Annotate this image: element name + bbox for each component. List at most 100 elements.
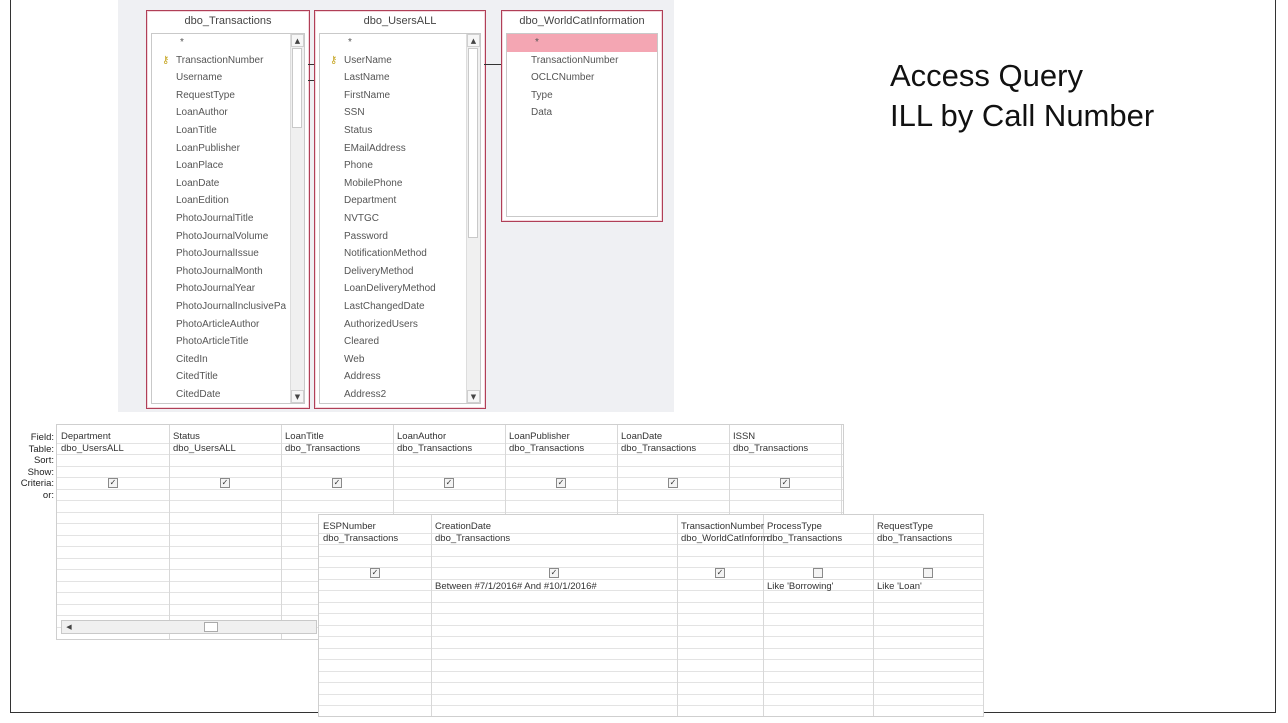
field-item[interactable]: PhotoArticleAuthor <box>152 316 304 334</box>
field-item[interactable]: CitedIn <box>152 351 304 369</box>
table-title[interactable]: dbo_WorldCatInformation <box>502 11 662 31</box>
field-item[interactable]: LoanDeliveryMethod <box>320 280 480 298</box>
scroll-left-icon[interactable]: ◀ <box>63 622 75 632</box>
show-checkbox[interactable]: ✓ <box>715 568 725 578</box>
table-cell[interactable]: dbo_Transactions <box>877 533 952 544</box>
show-checkbox[interactable]: ✓ <box>332 478 342 488</box>
show-checkbox[interactable] <box>923 568 933 578</box>
field-item[interactable]: LoanAuthor <box>152 104 304 122</box>
grid-column[interactable]: TransactionNumber dbo_WorldCatInform ✓ <box>677 515 768 716</box>
field-cell[interactable]: Status <box>173 431 200 442</box>
field-cell[interactable]: LoanPublisher <box>509 431 570 442</box>
table-dbo-usersall[interactable]: dbo_UsersALL * ⚷ UserName LastName FirstName… <box>314 10 486 409</box>
field-item[interactable]: PhotoJournalVolume <box>152 228 304 246</box>
show-checkbox[interactable]: ✓ <box>108 478 118 488</box>
grid-column[interactable]: Department dbo_UsersALL ✓ <box>57 425 170 639</box>
field-item[interactable]: CitedTitle <box>152 368 304 386</box>
field-item[interactable]: Password <box>320 228 480 246</box>
field-item[interactable]: ⚷ TransactionNumber <box>152 52 304 70</box>
field-item[interactable]: MobilePhone <box>320 175 480 193</box>
field-item[interactable]: LastName <box>320 69 480 87</box>
table-cell[interactable]: dbo_Transactions <box>509 443 584 454</box>
field-item[interactable]: FirstName <box>320 87 480 105</box>
field-item[interactable]: Username <box>152 69 304 87</box>
table-title[interactable]: dbo_Transactions <box>147 11 309 31</box>
table-cell[interactable]: dbo_Transactions <box>733 443 808 454</box>
field-item[interactable]: ⚷ UserName <box>320 52 480 70</box>
show-checkbox[interactable] <box>813 568 823 578</box>
show-checkbox[interactable]: ✓ <box>556 478 566 488</box>
field-item[interactable]: PhotoArticleTitle <box>152 333 304 351</box>
field-item[interactable]: PhotoJournalTitle <box>152 210 304 228</box>
field-item[interactable]: RequestType <box>152 87 304 105</box>
show-checkbox[interactable]: ✓ <box>549 568 559 578</box>
table-cell[interactable]: dbo_UsersALL <box>61 443 124 454</box>
field-item[interactable]: NVTGC <box>320 210 480 228</box>
scroll-thumb[interactable] <box>468 48 478 238</box>
join-line[interactable] <box>484 64 501 65</box>
scroll-up-icon[interactable]: ▲ <box>291 34 304 47</box>
field-item[interactable]: Type <box>507 87 657 105</box>
show-checkbox[interactable]: ✓ <box>668 478 678 488</box>
show-checkbox[interactable]: ✓ <box>780 478 790 488</box>
table-cell[interactable]: dbo_Transactions <box>397 443 472 454</box>
field-item[interactable]: OCLCNumber <box>507 69 657 87</box>
field-item[interactable]: PhotoJournalMonth <box>152 263 304 281</box>
scroll-up-icon[interactable]: ▲ <box>467 34 480 47</box>
field-item[interactable]: * <box>507 34 657 52</box>
field-cell[interactable]: CreationDate <box>435 521 491 532</box>
table-cell[interactable]: dbo_UsersALL <box>173 443 236 454</box>
table-cell[interactable]: dbo_WorldCatInform <box>681 533 768 544</box>
show-checkbox[interactable]: ✓ <box>220 478 230 488</box>
field-item[interactable]: Phone <box>320 157 480 175</box>
field-cell[interactable]: LoanDate <box>621 431 662 442</box>
field-item[interactable]: PhotoJournalIssue <box>152 245 304 263</box>
field-item[interactable]: LoanDate <box>152 175 304 193</box>
criteria-cell[interactable]: Like 'Loan' <box>877 581 922 592</box>
field-item[interactable]: LastChangedDate <box>320 298 480 316</box>
scroll-thumb[interactable] <box>204 622 218 632</box>
field-item[interactable]: EMailAddress <box>320 140 480 158</box>
vertical-scrollbar[interactable]: ▲ ▼ <box>290 34 304 403</box>
field-cell[interactable]: ESPNumber <box>323 521 376 532</box>
field-item[interactable]: Web <box>320 351 480 369</box>
table-cell[interactable]: dbo_Transactions <box>621 443 696 454</box>
field-item[interactable]: NotificationMethod <box>320 245 480 263</box>
field-cell[interactable]: ISSN <box>733 431 755 442</box>
join-line[interactable] <box>308 80 314 81</box>
field-item[interactable]: DeliveryMethod <box>320 263 480 281</box>
field-item[interactable]: LoanTitle <box>152 122 304 140</box>
horizontal-scrollbar[interactable]: ◀ <box>61 620 317 634</box>
grid-column[interactable]: ProcessType dbo_Transactions Like 'Borrowi… <box>763 515 874 716</box>
table-dbo-worldcatinformation[interactable]: dbo_WorldCatInformation * TransactionNumb… <box>501 10 663 222</box>
field-item[interactable]: LoanPlace <box>152 157 304 175</box>
field-item[interactable]: SSN <box>320 104 480 122</box>
field-item[interactable]: AuthorizedUsers <box>320 316 480 334</box>
join-line[interactable] <box>308 64 314 65</box>
table-dbo-transactions[interactable]: dbo_Transactions * ⚷ TransactionNumber User… <box>146 10 310 409</box>
field-item[interactable]: Cleared <box>320 333 480 351</box>
field-cell[interactable]: TransactionNumber <box>681 521 764 532</box>
field-item[interactable]: PhotoJournalYear <box>152 280 304 298</box>
scroll-down-icon[interactable]: ▼ <box>291 390 304 403</box>
table-title[interactable]: dbo_UsersALL <box>315 11 485 31</box>
field-item[interactable]: Address2 <box>320 386 480 403</box>
criteria-cell[interactable]: Like 'Borrowing' <box>767 581 833 592</box>
field-item[interactable]: LoanPublisher <box>152 140 304 158</box>
table-cell[interactable]: dbo_Transactions <box>435 533 510 544</box>
grid-column[interactable]: Status dbo_UsersALL ✓ <box>169 425 282 639</box>
field-item[interactable]: Status <box>320 122 480 140</box>
grid-column[interactable]: ESPNumber dbo_Transactions ✓ <box>319 515 432 716</box>
grid-column[interactable]: RequestType dbo_Transactions Like 'Loan' <box>873 515 984 716</box>
field-item[interactable]: * <box>152 34 304 52</box>
grid-column[interactable]: CreationDate dbo_Transactions ✓ Between #7/… <box>431 515 678 716</box>
show-checkbox[interactable]: ✓ <box>444 478 454 488</box>
field-item[interactable]: Data <box>507 104 657 122</box>
field-cell[interactable]: LoanAuthor <box>397 431 446 442</box>
field-item[interactable]: PhotoJournalInclusivePa <box>152 298 304 316</box>
field-item[interactable]: * <box>320 34 480 52</box>
vertical-scrollbar[interactable]: ▲ ▼ <box>466 34 480 403</box>
table-cell[interactable]: dbo_Transactions <box>767 533 842 544</box>
field-item[interactable]: CitedDate <box>152 386 304 403</box>
field-cell[interactable]: RequestType <box>877 521 933 532</box>
